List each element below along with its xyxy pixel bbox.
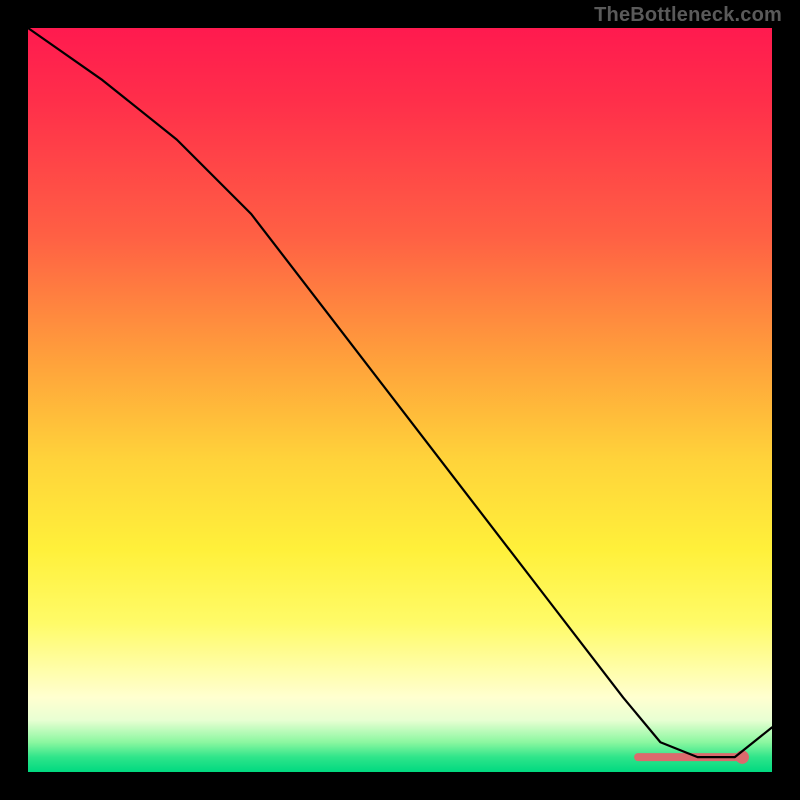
- plot-area: [28, 28, 772, 772]
- bottleneck-curve: [28, 28, 772, 757]
- curve-svg: [28, 28, 772, 772]
- chart-stage: TheBottleneck.com: [0, 0, 800, 800]
- watermark-text: TheBottleneck.com: [594, 4, 782, 27]
